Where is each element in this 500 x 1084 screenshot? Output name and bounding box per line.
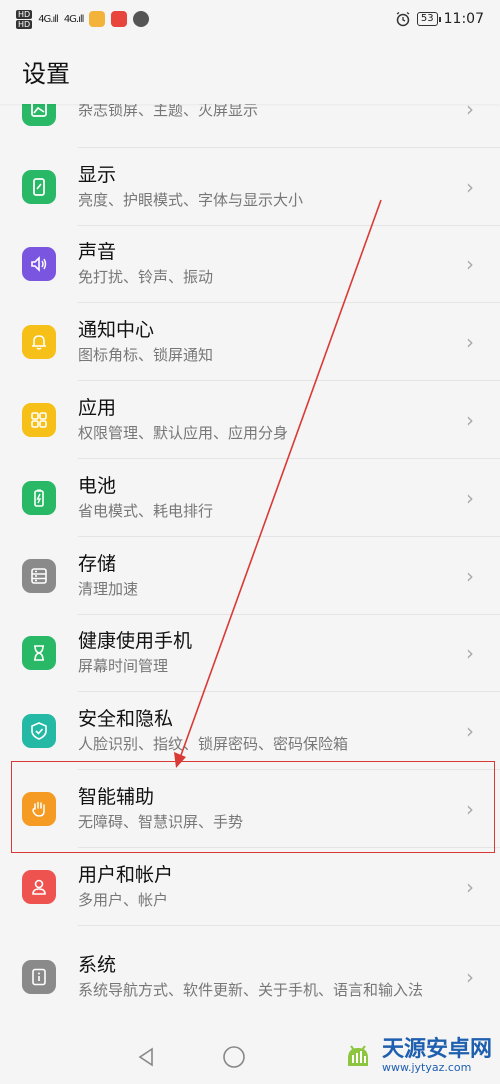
- settings-item-title: 电池: [78, 474, 117, 497]
- settings-item-display[interactable]: 显示 亮度、护眼模式、字体与显示大小 ›: [0, 148, 500, 226]
- settings-item-apps[interactable]: 应用 权限管理、默认应用、应用分身 ›: [0, 381, 500, 459]
- settings-item-sound[interactable]: 声音 免打扰、铃声、振动 ›: [0, 226, 500, 304]
- settings-item-texts: 声音 免打扰、铃声、振动: [78, 240, 444, 288]
- notification-app-icon-1: [89, 11, 106, 27]
- settings-list: 杂志锁屏、主题、灭屏显示 › 显示 亮度、护眼模式、字体与显示大小 › 声音 免…: [0, 70, 500, 1028]
- highlight-box: [11, 761, 495, 853]
- chevron-right-icon: ›: [466, 174, 474, 199]
- chevron-right-icon: ›: [466, 719, 474, 744]
- settings-item-title: 应用: [78, 397, 117, 420]
- settings-item-texts: 健康使用手机 屏幕时间管理: [78, 629, 444, 677]
- settings-item-subtitle: 屏幕时间管理: [78, 657, 169, 676]
- back-button[interactable]: [132, 1043, 160, 1071]
- settings-item-notifications[interactable]: 通知中心 图标角标、锁屏通知 ›: [0, 303, 500, 382]
- settings-item-texts: 存储 清理加速: [78, 552, 444, 600]
- storage-icon: [22, 558, 56, 593]
- settings-item-subtitle: 免打扰、铃声、振动: [78, 268, 214, 287]
- status-bar: HD HD 4G.ıll 4G.ıll 53 11:07: [0, 0, 500, 38]
- speaker-icon: [22, 247, 56, 282]
- watermark-url: www.jytyaz.com: [381, 1061, 472, 1074]
- hd-badge-1: HD: [16, 9, 33, 19]
- chevron-right-icon: ›: [466, 563, 474, 588]
- settings-item-subtitle: 多用户、帐户: [78, 890, 169, 909]
- settings-item-texts: 用户和帐户 多用户、帐户: [78, 863, 444, 911]
- settings-item-texts: 系统 系统导航方式、软件更新、关于手机、语言和输入法: [78, 953, 444, 1001]
- hourglass-icon: [22, 636, 56, 671]
- watermark-logo-icon: [347, 1045, 368, 1066]
- settings-item-subtitle: 人脸识别、指纹、锁屏密码、密码保险箱: [78, 735, 349, 754]
- info-icon: [22, 959, 56, 994]
- settings-item-texts: 显示 亮度、护眼模式、字体与显示大小: [78, 163, 444, 211]
- notification-app-icon-2: [111, 11, 128, 27]
- home-circle-icon: [223, 1046, 245, 1068]
- display-icon: [22, 169, 56, 204]
- settings-item-title: 显示: [78, 163, 117, 186]
- settings-item-title: 用户和帐户: [78, 863, 174, 886]
- settings-item-texts: 通知中心 图标角标、锁屏通知: [78, 318, 444, 366]
- battery-icon: [22, 480, 56, 515]
- settings-item-title: 通知中心: [78, 319, 155, 342]
- status-right: 53 11:07: [395, 11, 484, 27]
- settings-item-title: 安全和隐私: [78, 708, 174, 731]
- settings-item-title: 系统: [78, 953, 117, 976]
- chevron-right-icon: ›: [466, 252, 474, 277]
- settings-item-title: 存储: [78, 552, 117, 575]
- status-left: HD HD 4G.ıll 4G.ıll: [16, 9, 150, 29]
- settings-item-texts: 应用 权限管理、默认应用、应用分身: [78, 396, 444, 444]
- settings-item-title: 声音: [78, 241, 117, 264]
- user-icon: [22, 869, 56, 904]
- hd-badge-2: HD: [16, 19, 33, 29]
- settings-item-texts: 安全和隐私 人脸识别、指纹、锁屏密码、密码保险箱: [78, 707, 444, 755]
- watermark: 天源安卓网 www.jytyaz.com: [340, 1038, 492, 1074]
- settings-item-battery[interactable]: 电池 省电模式、耗电排行 ›: [0, 459, 500, 537]
- watermark-name: 天源安卓网: [381, 1037, 492, 1062]
- alarm-icon: [396, 11, 410, 27]
- shield-icon: [22, 714, 56, 749]
- settings-item-texts: 电池 省电模式、耗电排行: [78, 474, 444, 522]
- settings-item-subtitle: 清理加速: [78, 579, 139, 598]
- signal-icon-1: 4G.ıll: [38, 13, 59, 25]
- settings-item-users-accounts[interactable]: 用户和帐户 多用户、帐户 ›: [0, 848, 500, 926]
- chevron-right-icon: ›: [466, 408, 474, 433]
- apps-grid-icon: [22, 403, 56, 438]
- watermark-text: 天源安卓网 www.jytyaz.com: [382, 1038, 492, 1074]
- settings-item-subtitle: 系统导航方式、软件更新、关于手机、语言和输入法: [78, 980, 424, 999]
- settings-item-subtitle: 图标角标、锁屏通知: [78, 346, 214, 365]
- settings-item-title: 健康使用手机: [78, 630, 193, 653]
- chevron-right-icon: ›: [466, 641, 474, 666]
- home-button[interactable]: [220, 1043, 248, 1071]
- settings-item-storage[interactable]: 存储 清理加速 ›: [0, 537, 500, 615]
- wechat-icon: [133, 11, 150, 27]
- clock: 11:07: [443, 11, 484, 27]
- chevron-right-icon: ›: [466, 330, 474, 355]
- hd-indicator: HD HD: [16, 9, 33, 29]
- chevron-right-icon: ›: [466, 485, 474, 510]
- back-triangle-icon: [138, 1047, 153, 1067]
- settings-item-digital-balance[interactable]: 健康使用手机 屏幕时间管理 ›: [0, 615, 500, 693]
- battery-indicator: 53: [416, 12, 441, 26]
- signal-icon-2: 4G.ıll: [63, 13, 85, 25]
- settings-item-subtitle: 权限管理、默认应用、应用分身: [78, 424, 289, 443]
- bell-icon: [22, 325, 56, 360]
- settings-item-security[interactable]: 安全和隐私 人脸识别、指纹、锁屏密码、密码保险箱 ›: [0, 692, 500, 771]
- chevron-right-icon: ›: [466, 964, 474, 989]
- settings-item-subtitle: 亮度、护眼模式、字体与显示大小: [78, 190, 304, 209]
- settings-item-system[interactable]: 系统 系统导航方式、软件更新、关于手机、语言和输入法 ›: [0, 926, 500, 1028]
- settings-item-subtitle: 省电模式、耗电排行: [78, 501, 214, 520]
- page-title: 设置: [0, 38, 500, 104]
- chevron-right-icon: ›: [466, 874, 474, 899]
